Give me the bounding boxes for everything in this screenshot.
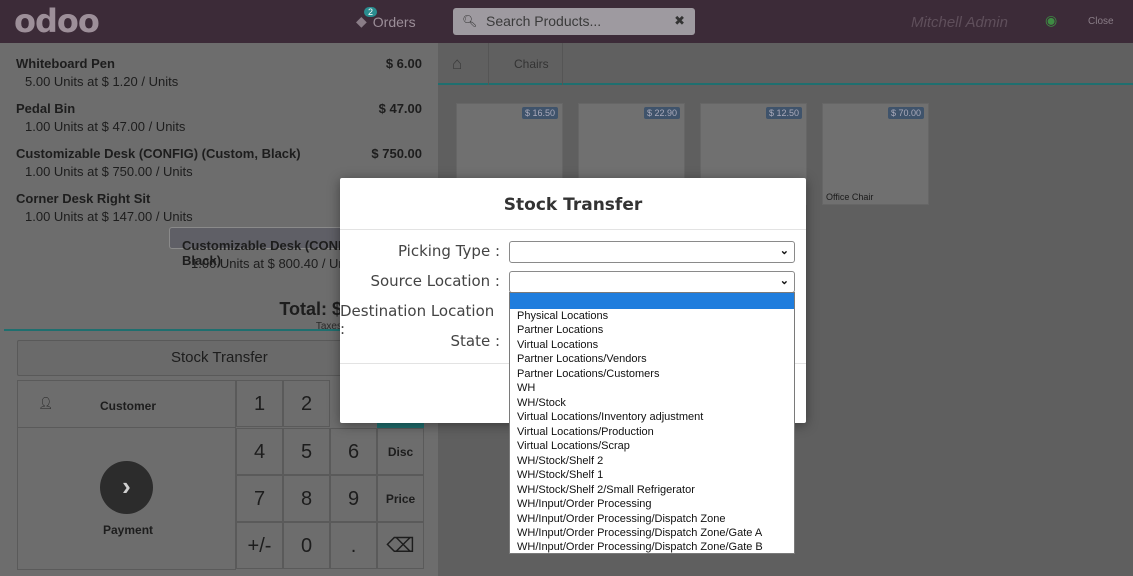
- payment-button[interactable]: › Payment: [17, 428, 236, 570]
- orderline-price: $ 47.00: [378, 101, 422, 116]
- orders-count-badge: 2: [364, 7, 378, 17]
- dropdown-option[interactable]: WH/Stock/Shelf 2/Small Refrigerator: [510, 483, 794, 497]
- numpad-key-4[interactable]: 4: [236, 428, 283, 475]
- user-icon: 👤︎: [38, 396, 54, 410]
- dropdown-option[interactable]: WH/Stock/Shelf 1: [510, 468, 794, 482]
- payment-label: Payment: [103, 523, 154, 537]
- chevron-down-icon: ⌄: [779, 275, 789, 287]
- dropdown-option[interactable]: Physical Locations: [510, 309, 794, 323]
- product-price-tag: $ 22.90: [643, 107, 680, 119]
- dropdown-option[interactable]: Virtual Locations: [510, 338, 794, 352]
- dropdown-option[interactable]: Partner Locations: [510, 323, 794, 337]
- wifi-icon: ◉: [1045, 12, 1058, 28]
- dropdown-option[interactable]: WH/Input/Order Processing/Dispatch Zone: [510, 512, 794, 526]
- breadcrumb-chairs[interactable]: Chairs: [514, 57, 549, 71]
- source-location-dropdown[interactable]: Physical Locations Partner Locations Vir…: [509, 292, 795, 554]
- orderline[interactable]: Whiteboard Pen 5.00 Units at $ 1.20 / Un…: [4, 46, 432, 91]
- dropdown-option[interactable]: WH: [510, 381, 794, 395]
- orders-button[interactable]: ◆ 2 Orders: [356, 7, 416, 30]
- orderline-product: Pedal Bin: [16, 101, 76, 116]
- numpad-key-6[interactable]: 6: [330, 428, 377, 475]
- picking-type-select[interactable]: ⌄: [509, 241, 795, 263]
- orders-label: Orders: [372, 13, 416, 30]
- picking-type-label: Picking Type :: [397, 242, 500, 260]
- numpad-key-dot[interactable]: .: [330, 522, 377, 569]
- close-button[interactable]: Close: [1088, 16, 1114, 27]
- numpad-key-2[interactable]: 2: [283, 380, 330, 427]
- state-label: State :: [450, 332, 500, 350]
- breadcrumb: ⌂ Chairs: [438, 43, 1133, 85]
- search-icon: 🔍︎: [462, 14, 478, 28]
- numpad-key-1[interactable]: 1: [236, 380, 283, 427]
- chevron-down-icon: ⌄: [779, 245, 789, 257]
- home-icon[interactable]: ⌂: [452, 54, 462, 74]
- numpad-price-button[interactable]: Price: [377, 475, 424, 522]
- numpad-key-7[interactable]: 7: [236, 475, 283, 522]
- dropdown-option[interactable]: WH/Stock: [510, 396, 794, 410]
- dropdown-option[interactable]: Virtual Locations/Scrap: [510, 439, 794, 453]
- numpad-disc-button[interactable]: Disc: [377, 428, 424, 475]
- orderline-info: 1.00 Units at $ 47.00 / Units: [25, 119, 186, 134]
- search-products-input[interactable]: 🔍︎ Search Products... ✖: [453, 8, 695, 35]
- breadcrumb-separator: [562, 43, 563, 85]
- numpad-key-9[interactable]: 9: [330, 475, 377, 522]
- clear-search-icon[interactable]: ✖: [674, 13, 685, 29]
- source-location-label: Source Location :: [370, 272, 500, 290]
- orderline-price: $ 750.00: [371, 146, 422, 161]
- user-name[interactable]: Mitchell Admin: [911, 14, 1008, 31]
- orderline-info: 1.00 Units at $ 147.00 / Units: [25, 209, 193, 224]
- dropdown-option[interactable]: WH/Input/Order Processing/Dispatch Zone/…: [510, 526, 794, 540]
- dropdown-option[interactable]: WH/Input/Order Processing: [510, 497, 794, 511]
- ticket-icon: ◆ 2: [356, 7, 378, 30]
- dropdown-option[interactable]: Virtual Locations/Production: [510, 425, 794, 439]
- source-location-select[interactable]: ⌄: [509, 271, 795, 293]
- orderline-price: $ 6.00: [385, 56, 422, 71]
- product-price-tag: $ 70.00: [887, 107, 924, 119]
- product-price-tag: $ 12.50: [765, 107, 802, 119]
- orderline-info: 1.00 Units at $ 750.00 / Units: [25, 164, 193, 179]
- numpad-key-8[interactable]: 8: [283, 475, 330, 522]
- top-header: odoo ◆ 2 Orders 🔍︎ Search Products... ✖ M…: [0, 0, 1133, 43]
- product-name: Office Chair: [826, 192, 874, 202]
- numpad-key-5[interactable]: 5: [283, 428, 330, 475]
- dropdown-option[interactable]: WH/Stock/Shelf 2: [510, 454, 794, 468]
- product-price-tag: $ 16.50: [521, 107, 558, 119]
- dropdown-option[interactable]: WH/Input/Order Processing/Dispatch Zone/…: [510, 540, 794, 554]
- chevron-right-icon: ›: [100, 461, 153, 514]
- customer-button[interactable]: 👤︎ Customer: [17, 380, 236, 428]
- order-taxes: Taxes: [315, 321, 342, 332]
- dropdown-option[interactable]: Virtual Locations/Inventory adjustment: [510, 410, 794, 424]
- orderline-product: Customizable Desk (CONFIG) (Custom, Blac…: [16, 146, 301, 161]
- dialog-title: Stock Transfer: [340, 178, 806, 230]
- orderline[interactable]: Customizable Desk (CONFIG) (Custom, Blac…: [4, 136, 432, 181]
- numpad-plus-minus[interactable]: +/-: [236, 522, 283, 569]
- product-card[interactable]: $ 70.00 Office Chair: [822, 103, 929, 205]
- customer-label: Customer: [100, 399, 157, 413]
- orderline-info: 5.00 Units at $ 1.20 / Units: [25, 74, 179, 89]
- dropdown-option-empty[interactable]: [510, 293, 794, 309]
- orderline[interactable]: Pedal Bin 1.00 Units at $ 47.00 / Units …: [4, 91, 432, 136]
- dropdown-option[interactable]: Partner Locations/Customers: [510, 367, 794, 381]
- dropdown-option[interactable]: Partner Locations/Vendors: [510, 352, 794, 366]
- order-total: Total: $: [279, 299, 342, 319]
- orderline-product: Whiteboard Pen: [16, 56, 115, 71]
- orderline-product: Corner Desk Right Sit: [16, 191, 151, 206]
- search-placeholder: Search Products...: [486, 13, 602, 29]
- orderline-info: 1.00 Units at $ 800.40 / Units: [191, 256, 359, 271]
- numpad-key-0[interactable]: 0: [283, 522, 330, 569]
- backspace-icon[interactable]: ⌫: [377, 522, 424, 569]
- odoo-logo: odoo: [14, 2, 100, 40]
- breadcrumb-separator: [488, 43, 489, 85]
